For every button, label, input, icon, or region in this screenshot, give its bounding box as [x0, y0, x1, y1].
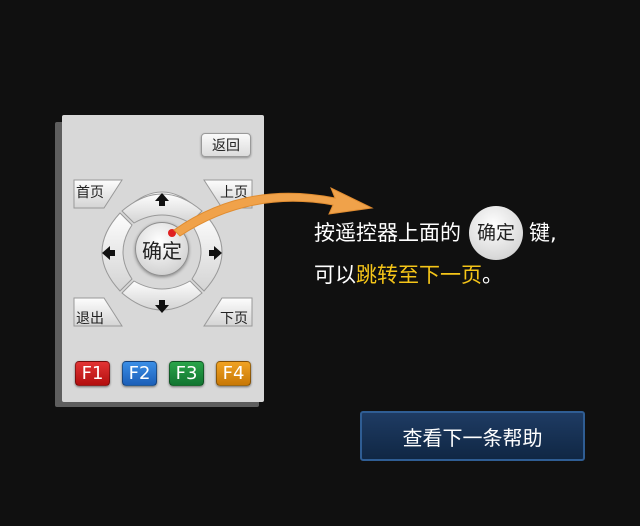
- instruction-text: 按遥控器上面的 确定 键, 可以 跳转至下一页 。: [314, 206, 634, 294]
- page-down-label: 下页: [220, 311, 248, 327]
- exit-label: 退出: [76, 311, 104, 327]
- f4-button[interactable]: F4: [216, 361, 251, 386]
- next-help-button[interactable]: 查看下一条帮助: [360, 411, 585, 461]
- page-up-label: 上页: [220, 185, 248, 201]
- f1-button[interactable]: F1: [75, 361, 110, 386]
- instruction-highlight: 跳转至下一页: [356, 263, 482, 287]
- instruction-part3: 可以: [314, 263, 356, 287]
- instruction-part1: 按遥控器上面的: [314, 221, 461, 245]
- remote-control: 返回 首页 上页 退出 下页 确定 F1 F2 F3 F4: [62, 115, 264, 402]
- f3-button[interactable]: F3: [169, 361, 204, 386]
- ok-key-icon: 确定: [469, 206, 523, 260]
- ok-button[interactable]: 确定: [135, 222, 189, 276]
- instruction-part4: 。: [482, 263, 503, 287]
- instruction-part2: 键,: [529, 221, 557, 245]
- home-label: 首页: [76, 185, 104, 201]
- f2-button[interactable]: F2: [122, 361, 157, 386]
